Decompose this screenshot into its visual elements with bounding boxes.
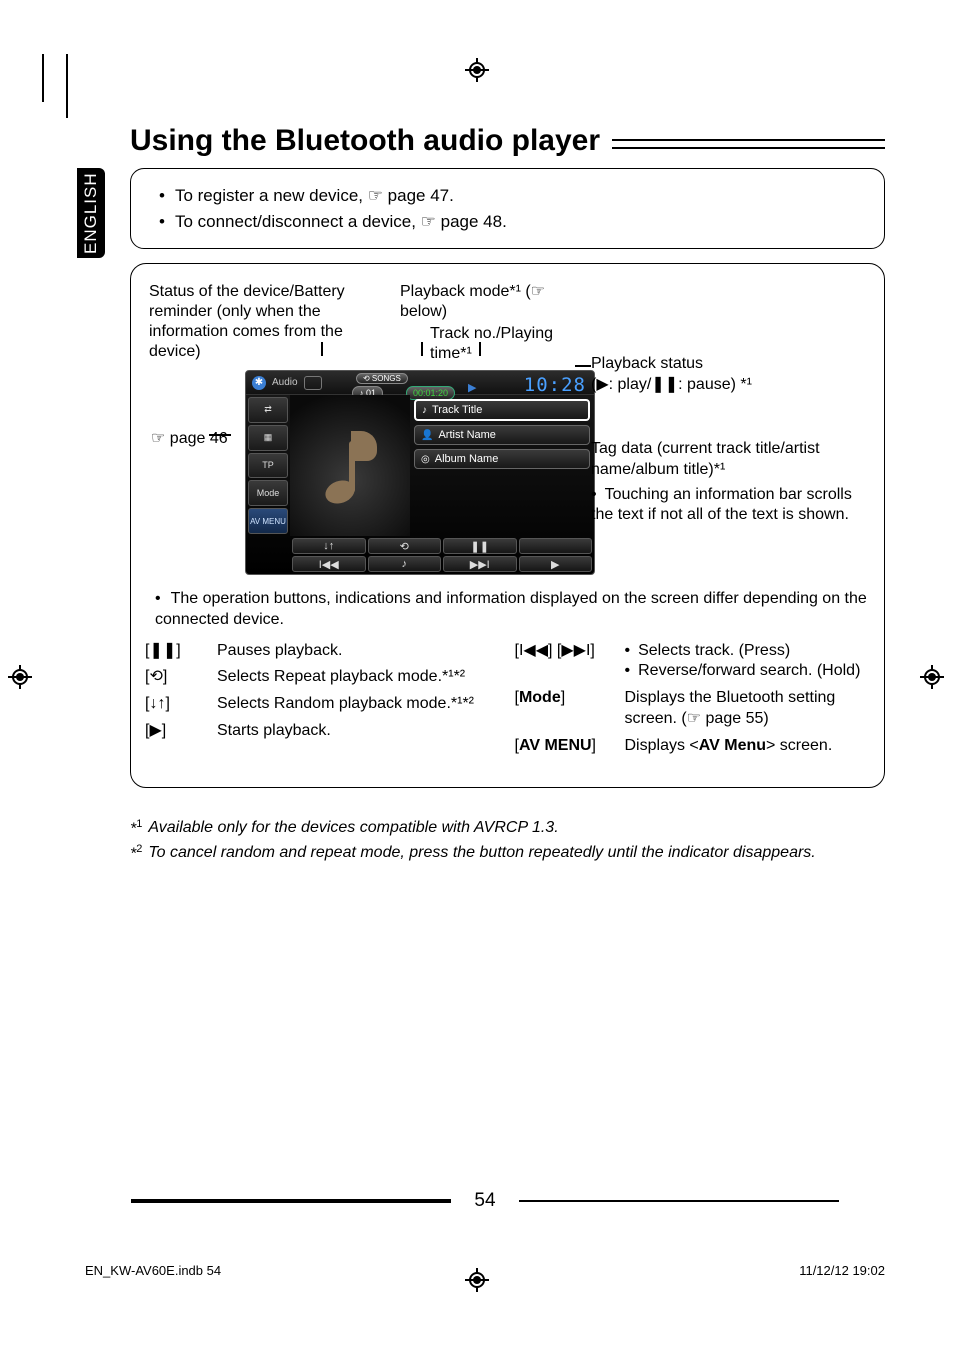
leader-line — [421, 342, 423, 356]
footer-meta: EN_KW-AV60E.indb 54 11/12/12 19:02 — [85, 1263, 885, 1278]
info-bar-title[interactable]: ♪ Track Title — [414, 399, 590, 421]
callout-playback-status: Playback status (▶: play/❚❚: pause) *¹ — [591, 354, 861, 396]
leader-line — [575, 365, 591, 367]
intro-line-register: To register a new device, ☞ page 47. — [159, 183, 864, 209]
language-tab: ENGLISH — [77, 168, 105, 258]
btn-sym-random: [↓↑] — [145, 694, 217, 715]
registration-mark-right — [920, 665, 944, 689]
info-bar-artist[interactable]: 👤 Artist Name — [414, 425, 590, 445]
artist-icon: 👤 — [421, 430, 433, 441]
sidebar-tp-button[interactable]: TP — [248, 453, 288, 479]
page-number-row: 54 — [85, 1190, 885, 1212]
btn-desc-mode: Displays the Bluetooth setting screen. (… — [625, 688, 871, 730]
footnote-2: To cancel random and repeat mode, press … — [148, 841, 815, 866]
page-rule-left — [131, 1199, 451, 1203]
play-button[interactable]: ▶ — [519, 556, 593, 572]
crop-mark — [54, 54, 80, 118]
footnote-1: Available only for the devices compatibl… — [148, 816, 558, 841]
play-indicator-icon: ▶ — [468, 381, 476, 394]
callout-playback-status-detail: (▶: play/❚❚: pause) *¹ — [591, 375, 861, 396]
track-title-text: Track Title — [432, 404, 482, 416]
callout-status: Status of the device/Battery reminder (o… — [145, 282, 390, 364]
btn-sym-play: [▶] — [145, 721, 217, 742]
footnote-marker-1: *1 — [130, 816, 142, 841]
prev-button[interactable]: I◀◀ — [292, 556, 366, 572]
songs-pill: ⟲ SONGS — [356, 373, 408, 384]
diagram-box: Status of the device/Battery reminder (o… — [130, 263, 885, 788]
artist-name-text: Artist Name — [438, 429, 495, 441]
track-info-panel: ♪ Track Title 👤 Artist Name ◎ Album Name — [410, 395, 594, 536]
btn-sym-seek: [I◀◀] [▶▶I] — [515, 641, 625, 683]
page-rule-right — [519, 1200, 839, 1202]
device-screenshot: ✱ Audio ⟲ SONGS ♪ 01 00:01:20 ▶ 10:28 ⇄ … — [245, 370, 595, 575]
section-title-text: Using the Bluetooth audio player — [130, 124, 600, 158]
callout-track-time: Track no./Playing time*¹ — [430, 324, 590, 364]
pause-button[interactable]: ❚❚ — [443, 538, 517, 554]
info-bar-album[interactable]: ◎ Album Name — [414, 449, 590, 469]
intro-box: To register a new device, ☞ page 47. To … — [130, 168, 885, 249]
small-note-button[interactable]: ♪ — [368, 556, 442, 572]
callout-playback-status-label: Playback status — [591, 354, 861, 375]
footer-file: EN_KW-AV60E.indb 54 — [85, 1263, 221, 1278]
callout-playback-mode: Playback mode*¹ (☞ below) — [400, 282, 590, 322]
btn-desc-random: Selects Random playback mode.*¹*² — [217, 694, 501, 715]
btn-sym-repeat: [⟲] — [145, 667, 217, 688]
screen-topbar: ✱ Audio ⟲ SONGS ♪ 01 00:01:20 ▶ 10:28 — [246, 371, 594, 395]
screen-controls: ↓↑ ⟲ ❚❚ I◀◀ ♪ ▶▶I ▶ — [246, 536, 594, 574]
btn-sym-avmenu: [AV MENU] — [515, 736, 625, 757]
btn-desc-pause: Pauses playback. — [217, 641, 501, 662]
album-name-text: Album Name — [435, 453, 499, 465]
callout-tag-note: Touching an information bar scrolls the … — [591, 485, 871, 527]
intro-line-connect: To connect/disconnect a device, ☞ page 4… — [159, 209, 864, 235]
btn-desc-play: Starts playback. — [217, 721, 501, 742]
leader-line — [321, 342, 323, 356]
bluetooth-icon: ✱ — [252, 376, 266, 390]
section-title: Using the Bluetooth audio player — [130, 124, 885, 158]
button-reference-table: [❚❚] Pauses playback. [⟲] Selects Repeat… — [145, 641, 870, 763]
sidebar-mode-button[interactable]: Mode — [248, 480, 288, 506]
footnote-marker-2: *2 — [130, 841, 142, 866]
clock-display: 10:28 — [524, 374, 586, 396]
button-table-left: [❚❚] Pauses playback. [⟲] Selects Repeat… — [145, 641, 501, 763]
btn-desc-seek-hold: Reverse/forward search. (Hold) — [625, 661, 871, 682]
callouts-top-row: Status of the device/Battery reminder (o… — [145, 282, 870, 364]
btn-desc-avmenu: Displays <AV Menu> screen. — [625, 736, 871, 757]
album-art-area — [290, 395, 410, 536]
btn-sym-pause: [❚❚] — [145, 641, 217, 662]
page-number: 54 — [474, 1190, 495, 1211]
signal-icon — [304, 376, 322, 390]
shuffle-button[interactable]: ↓↑ — [292, 538, 366, 554]
note-icon: ♪ — [422, 405, 427, 416]
sidebar-grid-button[interactable]: ▦ — [248, 425, 288, 451]
leader-line — [479, 342, 481, 356]
music-note-icon — [321, 427, 379, 505]
title-rule — [612, 139, 885, 149]
sidebar-avmenu-button[interactable]: AV MENU — [248, 508, 288, 534]
page-content: ENGLISH Using the Bluetooth audio player… — [85, 60, 885, 1240]
btn-sym-mode: [Mode] — [515, 688, 625, 730]
blank-button[interactable] — [519, 538, 593, 554]
btn-desc-repeat: Selects Repeat playback mode.*¹*² — [217, 667, 501, 688]
callout-tag-label: Tag data (current track title/artist nam… — [591, 439, 871, 481]
screen-source-label: Audio — [272, 377, 298, 388]
button-table-right: [I◀◀] [▶▶I] Selects track. (Press) Rever… — [515, 641, 871, 763]
callout-tag-data: Tag data (current track title/artist nam… — [591, 439, 871, 526]
btn-desc-seek-press: Selects track. (Press) — [625, 641, 871, 662]
callout-page46: ☞ page 46 — [151, 428, 228, 448]
album-icon: ◎ — [421, 454, 430, 465]
sidebar-bt-button[interactable]: ⇄ — [248, 397, 288, 423]
screen-sidebar: ⇄ ▦ TP Mode AV MENU — [246, 395, 290, 536]
footnotes: *1Available only for the devices compati… — [130, 816, 885, 867]
repeat-button[interactable]: ⟲ — [368, 538, 442, 554]
next-button[interactable]: ▶▶I — [443, 556, 517, 572]
registration-mark-left — [8, 665, 32, 689]
operation-note: The operation buttons, indications and i… — [145, 589, 870, 631]
footer-date: 11/12/12 19:02 — [799, 1263, 885, 1278]
